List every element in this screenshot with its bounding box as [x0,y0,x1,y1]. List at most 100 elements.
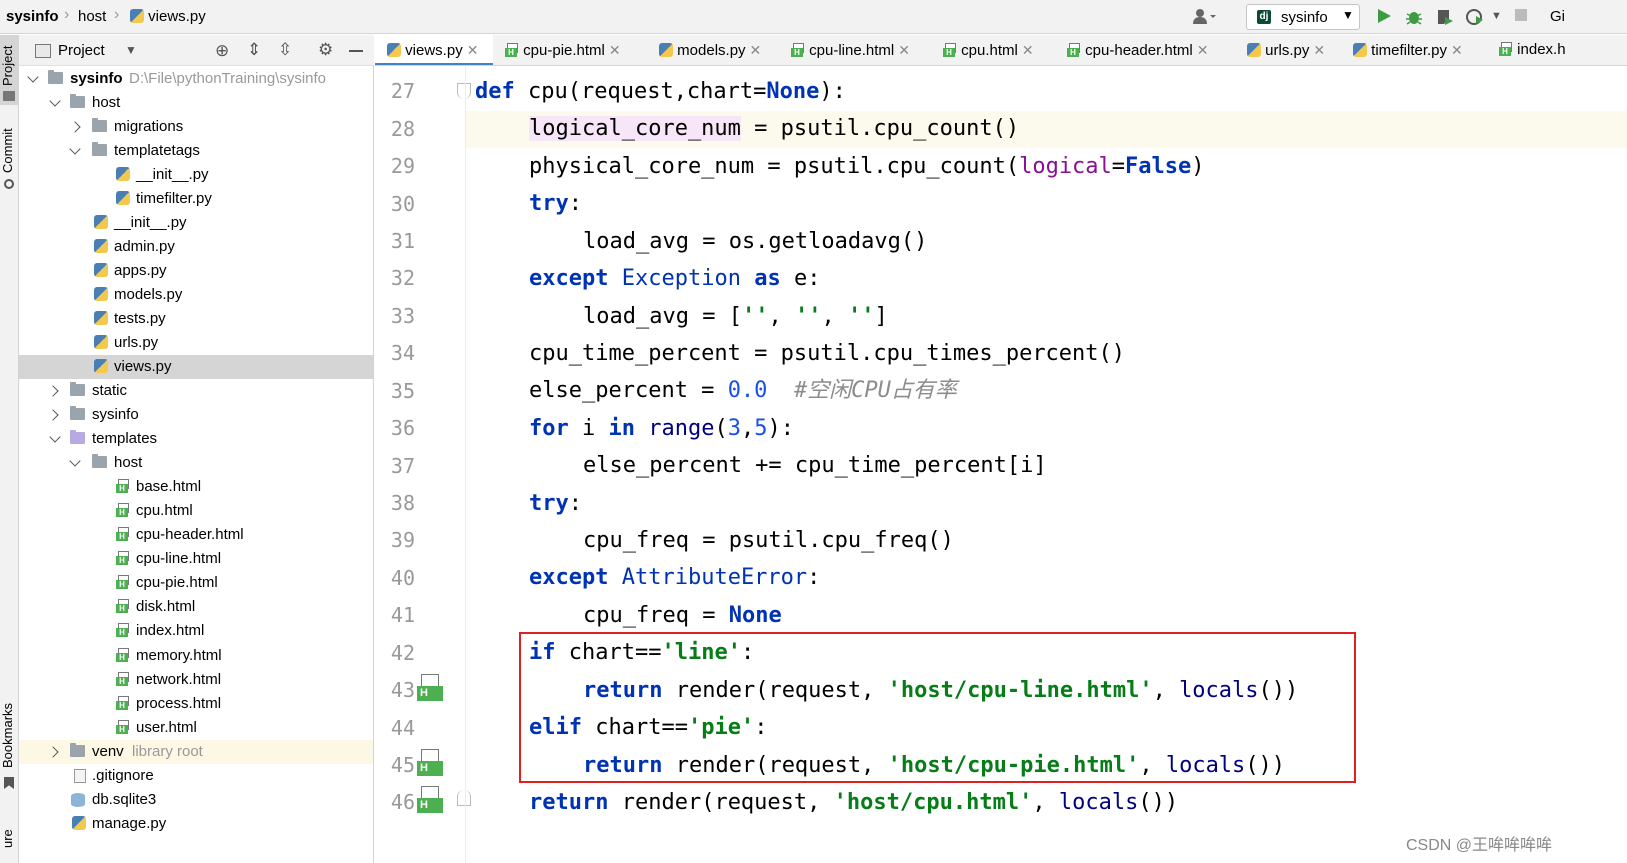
html-template-gutter-icon[interactable]: H [417,674,445,702]
tab-timefilter-py[interactable]: timefilter.py ✕ [1353,35,1495,65]
gear-icon[interactable]: ⚙ [318,40,333,60]
python-file-icon [387,43,401,57]
fold-icon[interactable] [457,83,471,99]
profile-icon[interactable] [1466,8,1483,25]
coverage-icon[interactable] [1436,8,1453,25]
chevron-right-icon [69,121,81,133]
tree-item-file[interactable]: process.html [19,692,373,716]
run-icon[interactable] [1376,8,1392,24]
tree-item-venv[interactable]: venv library root [19,740,373,764]
tree-item-file[interactable]: models.py [19,283,373,307]
close-icon[interactable]: ✕ [1313,42,1325,58]
tree-item-file[interactable]: memory.html [19,644,373,668]
tree-item-label: cpu-line.html [136,550,222,567]
breadcrumb-folder[interactable]: host [78,8,106,25]
tree-item-file[interactable]: tests.py [19,307,373,331]
tree-item-host[interactable]: host [19,91,373,115]
python-file-icon [116,191,130,205]
tree-item-file[interactable]: apps.py [19,259,373,283]
tree-item-file[interactable]: __init__.py [19,163,373,187]
commit-tool-button[interactable]: Commit [0,125,19,195]
code-editor[interactable]: 27 28 29 30 31 32 33 34 35 36 37 38 39 4… [375,66,1627,863]
chevron-right-icon [47,746,59,758]
close-icon[interactable]: ✕ [609,42,621,58]
breadcrumb-separator: › [64,6,70,23]
tab-cpu-html[interactable]: cpu.html✕ [943,35,1055,65]
tree-item-file-selected[interactable]: views.py [19,355,373,379]
tree-item-path: D:\File\pythonTraining\sysinfo [129,70,327,87]
collapse-all-icon[interactable]: ⇳ [278,40,292,60]
chevron-down-icon [49,95,61,107]
debug-icon[interactable] [1405,8,1422,25]
django-icon: dj [1257,10,1271,24]
close-icon[interactable]: ✕ [750,42,762,58]
tree-item-file[interactable]: base.html [19,475,373,499]
tree-item-file[interactable]: db.sqlite3 [19,788,373,812]
tree-item-file[interactable]: cpu-line.html [19,547,373,571]
tree-item-sysinfo[interactable]: sysinfo [19,403,373,427]
tree-item-file[interactable]: .gitignore [19,764,373,788]
tree-item-file[interactable]: user.html [19,716,373,740]
tree-item-migrations[interactable]: migrations [19,115,373,139]
breadcrumb-project[interactable]: sysinfo [6,8,59,25]
tree-item-templates[interactable]: templates [19,427,373,451]
close-icon[interactable]: ✕ [1197,42,1209,58]
close-icon[interactable]: ✕ [898,42,910,58]
tree-item-file[interactable]: admin.py [19,235,373,259]
tree-item-file[interactable]: cpu.html [19,499,373,523]
user-icon[interactable] [1193,8,1217,24]
tab-urls-py[interactable]: urls.py ✕ [1247,35,1343,65]
html-file-icon [116,648,130,662]
project-view-title[interactable]: Project [58,42,105,59]
tree-item-templatetags[interactable]: templatetags [19,139,373,163]
tab-views-py[interactable]: views.py ✕ [375,35,493,65]
close-icon[interactable]: ✕ [1451,42,1463,58]
tab-cpu-line-html[interactable]: cpu-line.html✕ [791,35,931,65]
project-tool-button[interactable]: Project [0,35,19,105]
tree-item-file[interactable]: disk.html [19,595,373,619]
tree-item-file[interactable]: cpu-pie.html [19,571,373,595]
tree-item-label: venv [92,743,124,760]
tab-cpu-header-html[interactable]: cpu-header.html✕ [1067,35,1235,65]
expand-all-icon[interactable]: ⇕ [247,40,261,60]
html-file-icon [116,720,130,734]
tree-item-file[interactable]: timefilter.py [19,187,373,211]
run-configuration-label: sysinfo [1281,9,1328,26]
tree-item-file[interactable]: urls.py [19,331,373,355]
tree-item-file[interactable]: cpu-header.html [19,523,373,547]
close-icon[interactable]: ✕ [1022,42,1034,58]
run-configuration-select[interactable]: dj sysinfo ▼ [1246,4,1360,30]
tree-item-file[interactable]: index.html [19,619,373,643]
tree-item-static[interactable]: static [19,379,373,403]
chevron-down-icon[interactable]: ▼ [125,43,137,57]
tree-item-label: admin.py [114,238,175,255]
stop-icon[interactable] [1514,8,1530,24]
html-template-gutter-icon[interactable]: H [417,786,445,814]
html-file-icon [505,43,519,57]
tab-cpu-pie-html[interactable]: cpu-pie.html✕ [505,35,645,65]
breadcrumb-file[interactable]: views.py [130,8,206,25]
line-number: 46 [390,790,415,814]
folder-icon [92,142,107,156]
tab-index-html[interactable]: index.h [1499,35,1627,65]
tree-item-templates-host[interactable]: host [19,451,373,475]
folder-icon [48,70,63,84]
html-template-gutter-icon[interactable]: H [417,749,445,777]
tree-item-label: network.html [136,671,222,688]
tab-models-py[interactable]: models.py ✕ [659,35,775,65]
more-run-options-icon[interactable]: ▼ [1491,10,1502,22]
hide-panel-icon[interactable] [349,50,363,52]
tab-label: urls.py [1265,42,1310,59]
html-file-icon [116,623,130,637]
html-file-icon [116,575,130,589]
fold-icon[interactable] [457,790,471,806]
locate-file-icon[interactable]: ⊕ [215,41,229,61]
tree-item-file[interactable]: __init__.py [19,211,373,235]
git-menu[interactable]: Gi [1550,8,1565,25]
structure-tool-button[interactable]: ure [0,815,19,863]
bookmarks-tool-button[interactable]: Bookmarks [0,695,19,795]
tree-item-file[interactable]: network.html [19,668,373,692]
close-icon[interactable]: ✕ [467,42,479,58]
tree-item-sysinfo-root[interactable]: sysinfo D:\File\pythonTraining\sysinfo [19,67,373,91]
tree-item-file[interactable]: manage.py [19,812,373,836]
